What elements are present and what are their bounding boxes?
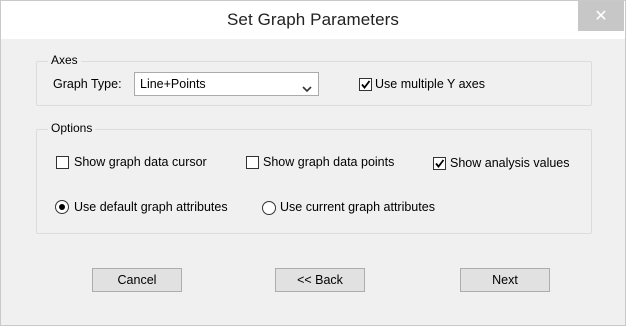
options-group [36,129,592,234]
checkmark-icon [361,80,371,89]
default-attributes-label: Use default graph attributes [74,200,228,214]
show-data-cursor-label: Show graph data cursor [74,155,207,169]
show-analysis-values-checkbox[interactable] [433,157,446,170]
show-data-points-label: Show graph data points [263,155,395,169]
show-data-cursor-checkbox[interactable] [56,156,69,169]
cancel-button[interactable]: Cancel [92,268,182,292]
graph-type-select[interactable]: Line+Points [134,72,319,96]
next-button[interactable]: Next [460,268,550,292]
checkmark-icon [435,159,445,168]
graph-type-value: Line+Points [140,77,206,91]
current-attributes-radio[interactable] [262,201,276,215]
show-analysis-values-label: Show analysis values [450,156,570,170]
radio-selected-dot [59,204,65,210]
options-group-legend: Options [48,121,96,135]
graph-type-label: Graph Type: [53,77,122,91]
show-data-points-checkbox[interactable] [246,156,259,169]
title-bar[interactable]: Set Graph Parameters ✕ [1,1,625,39]
multiple-y-axes-label: Use multiple Y axes [375,77,486,91]
close-button[interactable]: ✕ [578,1,624,31]
current-attributes-label: Use current graph attributes [280,200,435,214]
dialog-title: Set Graph Parameters [226,10,400,29]
dialog-window: Set Graph Parameters ✕ Axes Graph Type: … [0,0,626,326]
default-attributes-radio[interactable] [55,200,69,214]
multiple-y-axes-checkbox[interactable] [359,78,372,91]
back-button[interactable]: << Back [275,268,365,292]
close-icon: ✕ [594,8,608,25]
axes-group-legend: Axes [48,53,81,67]
chevron-down-icon [302,80,312,98]
